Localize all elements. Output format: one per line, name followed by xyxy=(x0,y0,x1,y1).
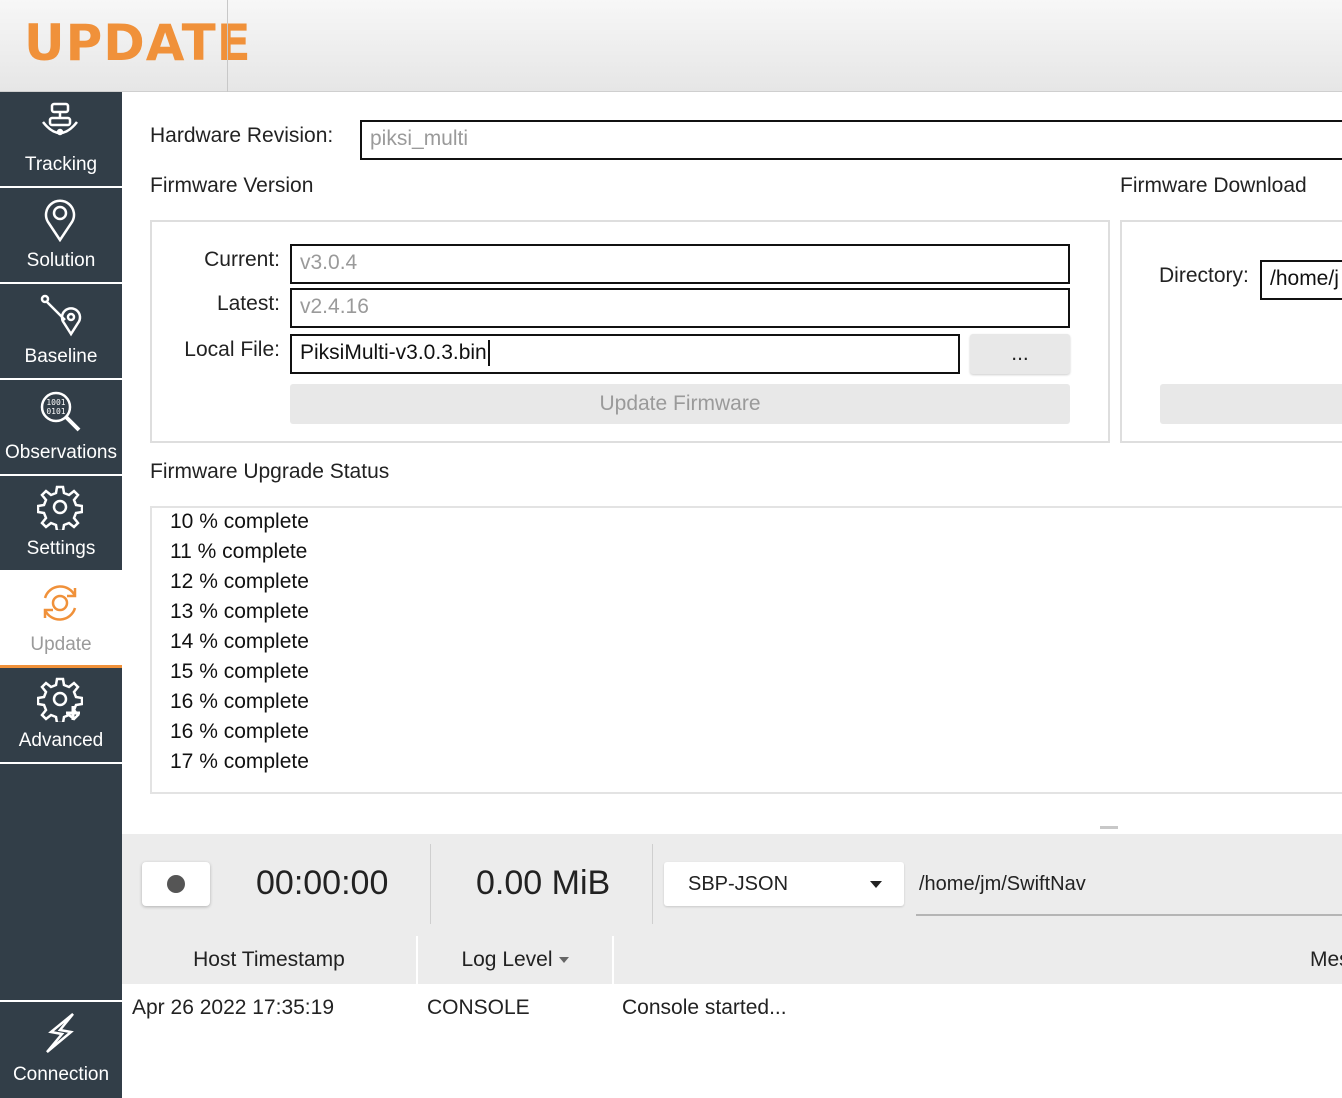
svg-text:1001: 1001 xyxy=(46,398,65,407)
svg-text:0101: 0101 xyxy=(46,407,65,416)
upgrade-status-title: Firmware Upgrade Status xyxy=(150,460,390,483)
recorder-separator xyxy=(652,844,653,924)
page-title: UPDATE xyxy=(24,14,252,72)
sidebar-item-connection[interactable]: Connection xyxy=(0,1000,122,1096)
recording-elapsed-time: 00:00:00 xyxy=(256,864,389,902)
sidebar-item-label: Settings xyxy=(26,538,96,559)
column-log-level[interactable]: Log Level xyxy=(418,936,612,984)
local-file-label: Local File: xyxy=(184,338,280,361)
sidebar-item-settings[interactable]: Settings xyxy=(0,476,122,572)
sidebar-item-label: Advanced xyxy=(18,730,104,751)
baseline-icon xyxy=(40,294,82,337)
update-refresh-icon xyxy=(43,585,77,621)
gear-plus-icon xyxy=(37,677,83,722)
update-firmware-button[interactable]: Update Firmware xyxy=(290,384,1070,424)
latest-version-label: Latest: xyxy=(216,292,280,315)
header-divider xyxy=(227,0,228,92)
status-line: 10 % complete xyxy=(170,510,309,533)
log-format-select[interactable]: SBP-JSON xyxy=(664,862,904,906)
hardware-revision-field: piksi_multi xyxy=(360,120,1342,160)
sidebar-item-tracking[interactable]: Tracking xyxy=(0,92,122,188)
sidebar-item-label: Baseline xyxy=(24,346,98,367)
log-directory-input[interactable]: /home/jm/SwiftNav xyxy=(916,866,1342,916)
chevron-down-icon xyxy=(558,957,569,964)
record-button[interactable] xyxy=(142,862,210,906)
status-line: 11 % complete xyxy=(170,540,308,563)
recorder-separator xyxy=(430,844,431,924)
sidebar-item-advanced[interactable]: Advanced xyxy=(0,668,122,764)
sidebar-item-label: Update xyxy=(30,634,92,655)
log-cell-timestamp: Apr 26 2022 17:35:19 xyxy=(132,996,335,1019)
sidebar-item-label: Solution xyxy=(26,250,96,271)
directory-input[interactable]: /home/j xyxy=(1260,260,1342,300)
record-dot-icon xyxy=(167,875,185,893)
location-pin-icon xyxy=(44,199,76,242)
firmware-version-title: Firmware Version xyxy=(150,174,314,197)
status-line: 14 % complete xyxy=(170,630,309,653)
app-header: UPDATE xyxy=(0,0,1342,92)
directory-label: Directory: xyxy=(1159,264,1249,287)
status-line: 17 % complete xyxy=(170,750,309,773)
log-cell-level: CONSOLE xyxy=(427,996,530,1019)
status-line: 13 % complete xyxy=(170,600,309,623)
local-file-input[interactable]: PiksiMulti-v3.0.3.bin xyxy=(290,334,960,374)
upgrade-status-log: 10 % complete 11 % complete 12 % complet… xyxy=(150,506,1342,794)
sidebar-item-baseline[interactable]: Baseline xyxy=(0,284,122,380)
sidebar-item-label: Connection xyxy=(12,1064,110,1085)
latest-version-field: v2.4.16 xyxy=(290,288,1070,328)
column-separator xyxy=(612,936,614,984)
log-cell-message: Console started... xyxy=(622,996,787,1019)
lightning-icon xyxy=(46,1013,74,1053)
gear-icon xyxy=(37,485,83,530)
column-host-timestamp[interactable]: Host Timestamp xyxy=(122,936,416,984)
current-version-label: Current: xyxy=(204,248,280,271)
log-format-value: SBP-JSON xyxy=(688,873,789,895)
log-table-header: Host Timestamp Log Level Mes xyxy=(122,936,1342,984)
sidebar-item-label: Tracking xyxy=(24,154,98,175)
text-caret xyxy=(487,340,490,367)
column-log-level-label: Log Level xyxy=(461,948,553,971)
column-message[interactable]: Mes xyxy=(1310,936,1342,984)
status-line: 16 % complete xyxy=(170,720,309,743)
observations-magnifier-icon: 1001 0101 xyxy=(40,391,81,432)
sidebar-item-observations[interactable]: 1001 0101 Observations xyxy=(0,380,122,476)
hardware-revision-label: Hardware Revision: xyxy=(150,124,334,147)
sidebar-item-label: Observations xyxy=(5,442,117,463)
recorder-bar: 00:00:00 0.00 MiB SBP-JSON /home/jm/Swif… xyxy=(122,834,1342,936)
satellite-dish-icon xyxy=(42,102,78,136)
sidebar-item-update[interactable]: Update xyxy=(0,572,122,668)
firmware-download-title: Firmware Download xyxy=(1120,174,1307,197)
status-line: 12 % complete xyxy=(170,570,309,593)
sidebar-item-solution[interactable]: Solution xyxy=(0,188,122,284)
sidebar: Tracking Solution Baseline 1001 0101 Obs… xyxy=(0,92,122,1098)
panel-resize-handle[interactable] xyxy=(1100,826,1118,829)
current-version-field: v3.0.4 xyxy=(290,244,1070,284)
download-button[interactable] xyxy=(1160,384,1342,424)
chevron-down-icon xyxy=(870,881,882,888)
recording-file-size: 0.00 MiB xyxy=(476,864,611,902)
status-line: 15 % complete xyxy=(170,660,309,683)
status-line: 16 % complete xyxy=(170,690,309,713)
local-file-value: PiksiMulti-v3.0.3.bin xyxy=(300,341,487,364)
browse-file-button[interactable]: ... xyxy=(970,334,1070,374)
